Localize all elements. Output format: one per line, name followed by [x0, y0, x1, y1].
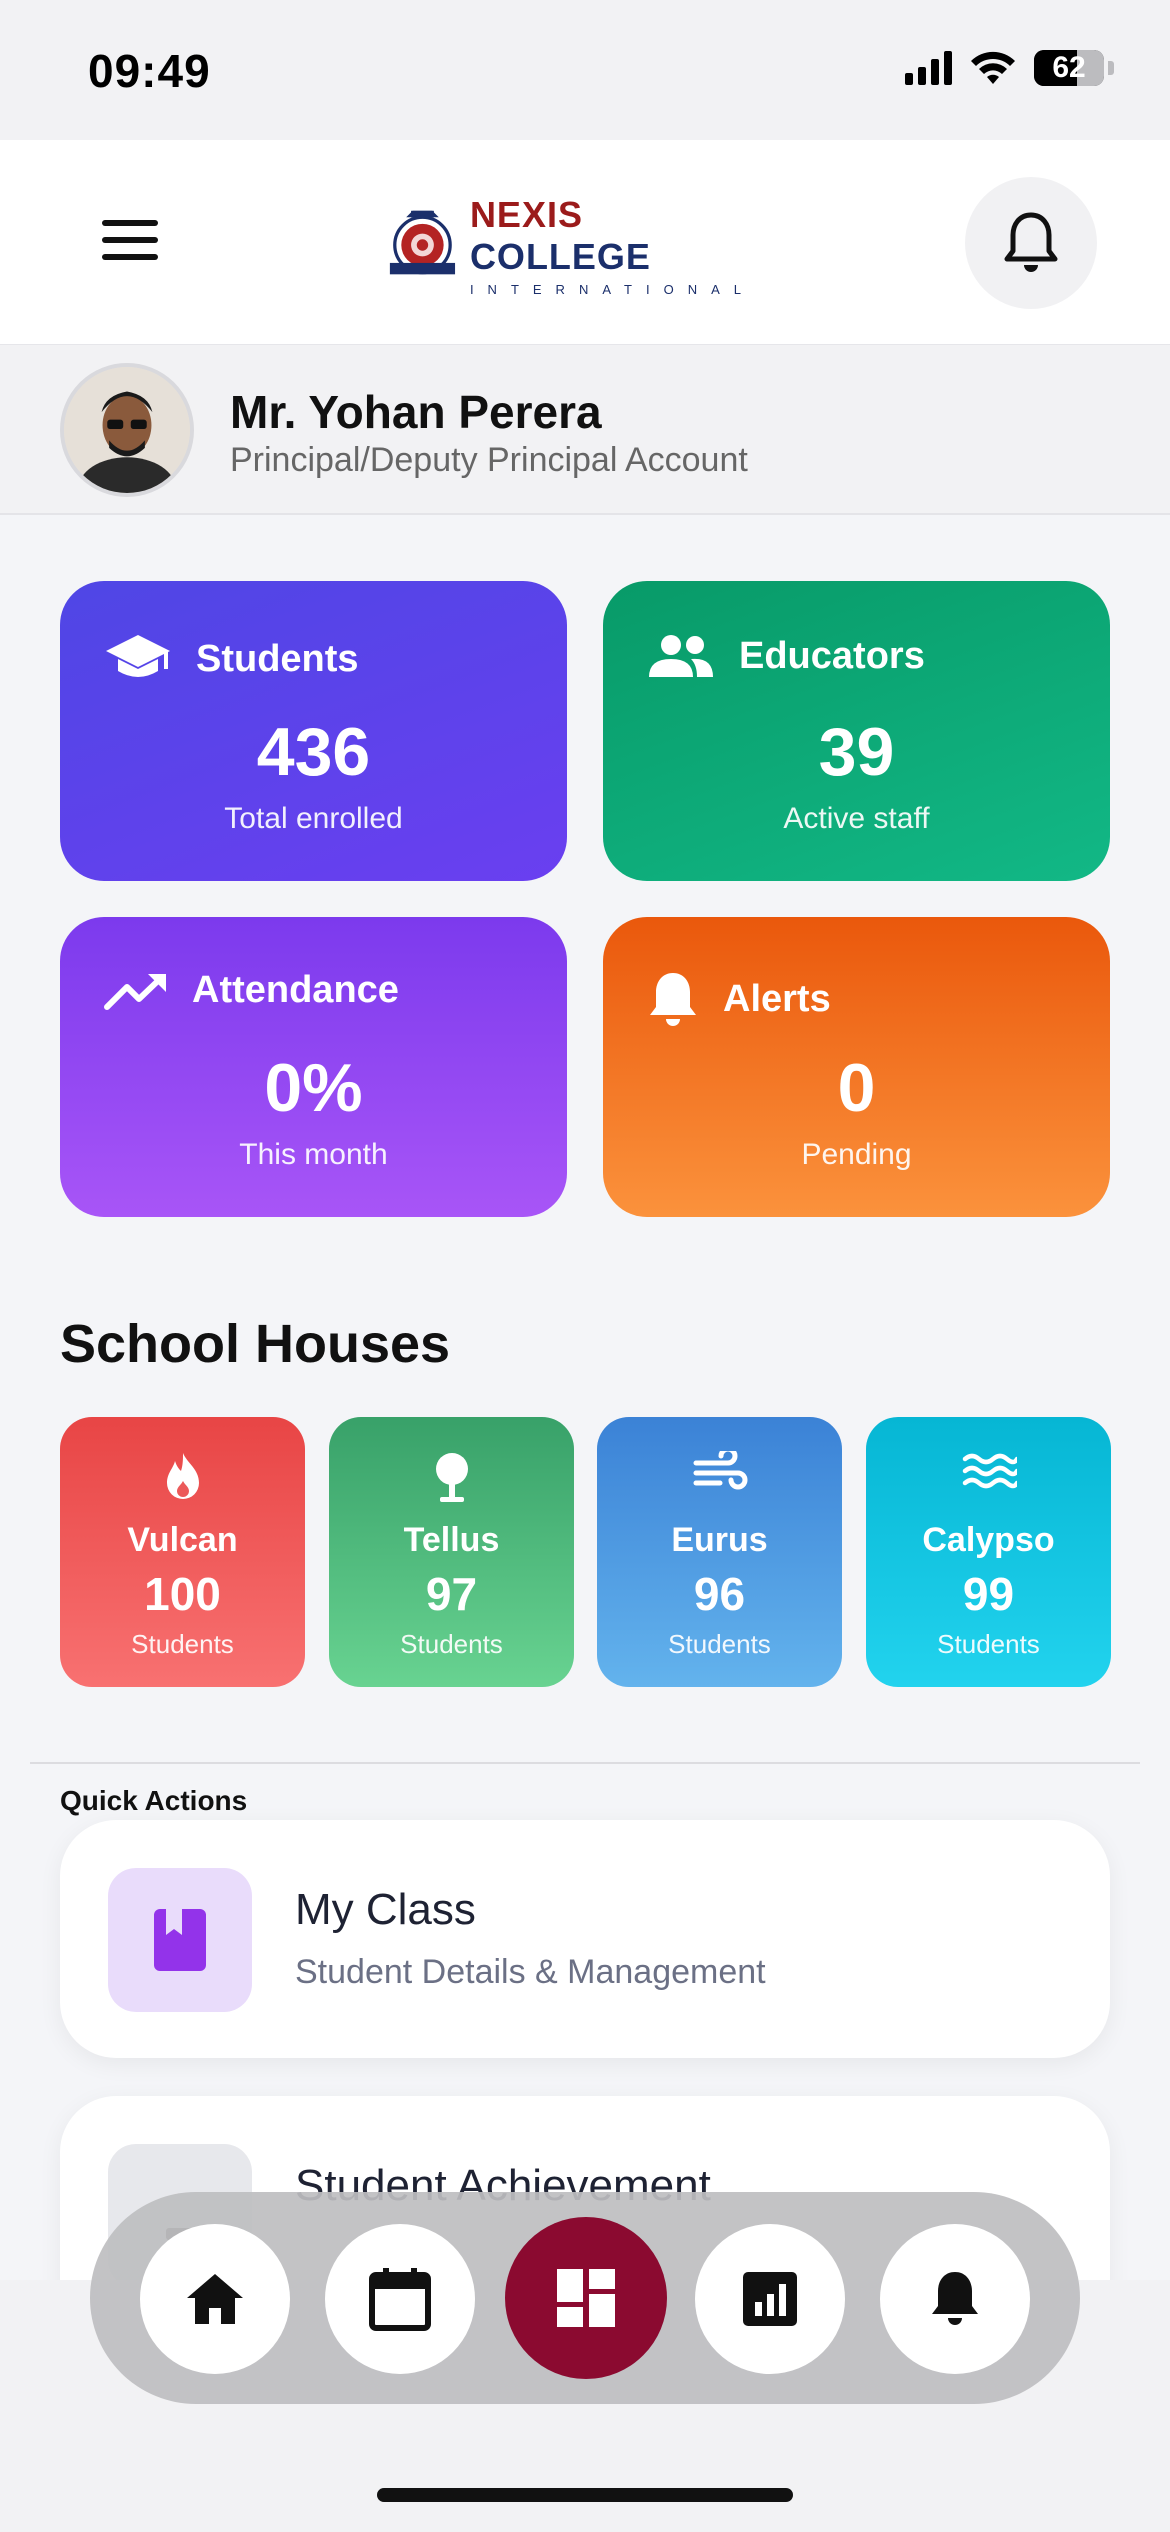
house-card-tellus[interactable]: Tellus 97 Students [329, 1417, 574, 1687]
college-seal-icon [389, 210, 456, 275]
home-indicator[interactable] [377, 2488, 793, 2502]
stat-value: 0 [837, 1050, 876, 1126]
my-class-action[interactable]: My Class Student Details & Management [60, 1820, 1110, 2058]
stat-title: Students [196, 637, 359, 680]
trending-up-icon [104, 973, 166, 1010]
house-name: Eurus [671, 1521, 768, 1559]
logo-name-part2: COLLEGE [469, 235, 651, 277]
alerts-stat-card[interactable]: Alerts 0 Pending [603, 917, 1110, 1217]
house-card-calypso[interactable]: Calypso 99 Students [866, 1417, 1111, 1687]
waves-icon [962, 1453, 1017, 1489]
house-label: Students [668, 1629, 771, 1659]
section-divider [30, 1762, 1140, 1764]
stat-subtitle: Total enrolled [224, 802, 403, 835]
logo-name-part1: NEXIS [469, 193, 583, 235]
house-count: 96 [693, 1568, 746, 1620]
house-card-vulcan[interactable]: Vulcan 100 Students [60, 1417, 305, 1687]
dashboard-icon [557, 2269, 615, 2327]
bell-icon [650, 973, 696, 1026]
graduation-cap-icon [106, 635, 170, 677]
profile-role: Principal/Deputy Principal Account [230, 441, 748, 479]
avatar-image [64, 367, 190, 493]
stat-value: 39 [818, 714, 895, 790]
educators-stat-card[interactable]: Educators 39 Active staff [603, 581, 1110, 881]
tab-reports[interactable] [695, 2224, 845, 2374]
house-name: Tellus [403, 1521, 500, 1559]
tab-calendar[interactable] [325, 2224, 475, 2374]
status-time: 09:49 [88, 45, 211, 97]
profile-bar: Mr. Yohan Perera Principal/Deputy Princi… [0, 345, 1170, 515]
menu-icon[interactable] [102, 220, 158, 260]
house-label: Students [937, 1629, 1040, 1659]
bottom-tab-bar [90, 2192, 1080, 2404]
stat-title: Alerts [723, 977, 831, 1020]
stat-subtitle: This month [239, 1138, 388, 1171]
action-description: Student Details & Management [295, 1953, 766, 1991]
house-name: Vulcan [127, 1521, 238, 1559]
stat-subtitle: Active staff [783, 802, 930, 835]
status-bar: 09:49 62 [0, 0, 1170, 140]
college-logo: NEXIS COLLEGE INTERNATIONAL [385, 194, 755, 297]
school-houses-title: School Houses [60, 1314, 451, 1374]
battery-level: 62 [1052, 51, 1086, 84]
people-icon [649, 635, 713, 677]
logo-name: NEXIS COLLEGE [470, 194, 755, 278]
quick-actions-label: Quick Actions [60, 1785, 248, 1816]
tree-icon [435, 1453, 468, 1502]
house-label: Students [400, 1629, 503, 1659]
stat-value: 0% [264, 1050, 363, 1126]
bell-icon [1004, 212, 1058, 272]
house-count: 97 [425, 1568, 478, 1620]
stat-title: Educators [739, 634, 925, 677]
home-icon [187, 2274, 243, 2324]
reports-icon [743, 2272, 797, 2326]
book-icon [154, 1909, 206, 1971]
attendance-stat-card[interactable]: Attendance 0% This month [60, 917, 567, 1217]
tab-dashboard[interactable] [505, 2217, 667, 2379]
house-card-eurus[interactable]: Eurus 96 Students [597, 1417, 842, 1687]
house-name: Calypso [922, 1521, 1055, 1559]
notification-button[interactable] [965, 177, 1097, 309]
house-count: 100 [144, 1568, 221, 1620]
battery-icon: 62 [1034, 50, 1104, 86]
fire-icon [166, 1453, 199, 1499]
students-stat-card[interactable]: Students 436 Total enrolled [60, 581, 567, 881]
tab-home[interactable] [140, 2224, 290, 2374]
stat-subtitle: Pending [801, 1138, 912, 1171]
action-title: My Class [295, 1885, 476, 1934]
house-label: Students [131, 1629, 234, 1659]
bell-icon [932, 2272, 978, 2325]
avatar[interactable] [60, 363, 194, 497]
wind-icon [693, 1451, 747, 1490]
stat-value: 436 [256, 714, 371, 790]
battery-tip [1108, 61, 1114, 75]
tab-alerts[interactable] [880, 2224, 1030, 2374]
status-icons: 62 [905, 50, 1114, 86]
app-header: NEXIS COLLEGE INTERNATIONAL [0, 140, 1170, 345]
calendar-icon [369, 2268, 431, 2331]
profile-name: Mr. Yohan Perera [230, 386, 602, 438]
house-count: 99 [962, 1568, 1015, 1620]
logo-subtitle: INTERNATIONAL [469, 281, 755, 297]
cellular-signal-icon [905, 51, 952, 85]
stat-title: Attendance [192, 969, 399, 1011]
wifi-icon [971, 51, 1015, 84]
